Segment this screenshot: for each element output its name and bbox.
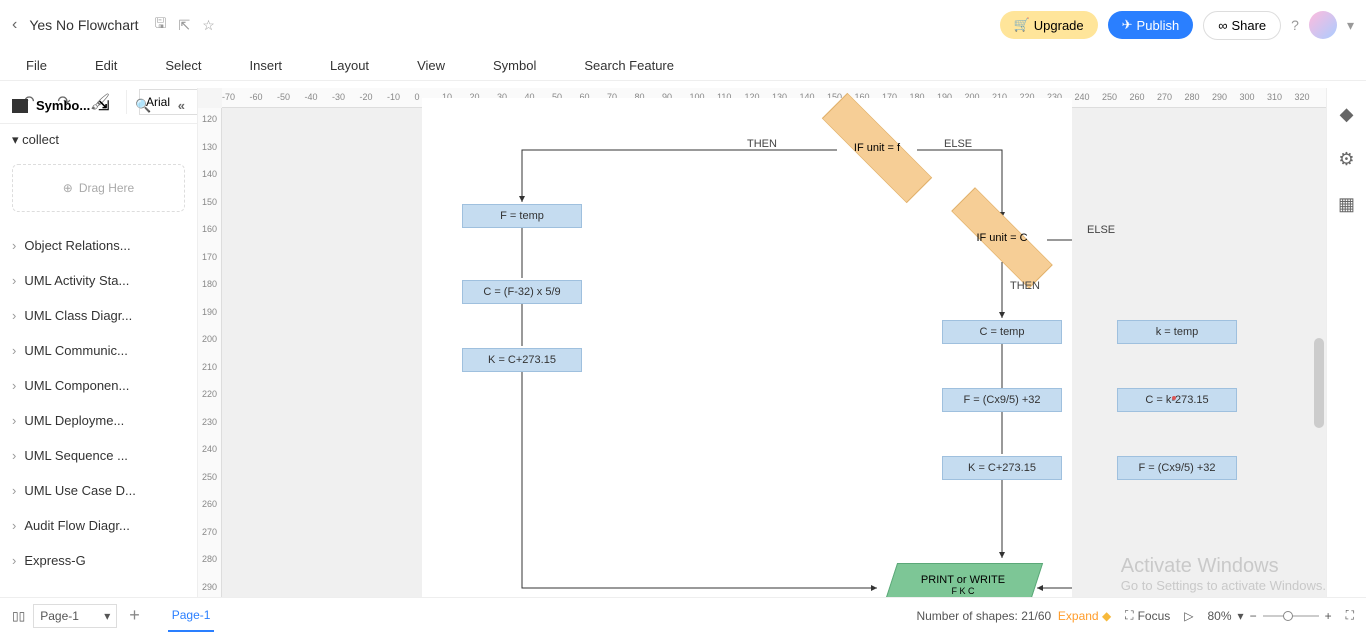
category-uml-sequence[interactable]: UML Sequence ...: [0, 438, 197, 473]
search-icon[interactable]: 🔍: [135, 98, 151, 114]
category-object-relations[interactable]: Object Relations...: [0, 228, 197, 263]
fullscreen-button[interactable]: ⛶: [1346, 608, 1354, 623]
process-f-formula2[interactable]: F = (Cx9/5) +32: [1117, 456, 1237, 480]
add-page-button[interactable]: +: [129, 605, 140, 626]
send-icon: ✈: [1122, 17, 1133, 33]
process-c-temp[interactable]: C = temp: [942, 320, 1062, 344]
shape-subtext: F K C: [951, 586, 974, 596]
menu-select[interactable]: Select: [165, 58, 201, 73]
marker-dot: [1172, 396, 1176, 400]
collect-section[interactable]: ▾ collect: [0, 124, 197, 156]
chevron-down-icon: ▾: [104, 609, 110, 623]
canvas-area[interactable]: -70-60-50-40-30-20-100102030405060708090…: [198, 88, 1366, 597]
share-label: Share: [1231, 18, 1266, 33]
shape-text: IF unit = f: [854, 142, 900, 154]
category-uml-class[interactable]: UML Class Diagr...: [0, 298, 197, 333]
outline-icon[interactable]: ▯▯: [12, 609, 25, 623]
label-then: THEN: [747, 138, 777, 150]
menu-symbol[interactable]: Symbol: [493, 58, 536, 73]
zoom-handle[interactable]: [1283, 611, 1293, 621]
upgrade-label: Upgrade: [1034, 18, 1084, 33]
menu-file[interactable]: File: [26, 58, 47, 73]
collapse-panel-icon[interactable]: «: [178, 98, 185, 113]
category-uml-usecase[interactable]: UML Use Case D...: [0, 473, 197, 508]
category-uml-deploy[interactable]: UML Deployme...: [0, 403, 197, 438]
panel-expand-icon[interactable]: ⇲: [98, 98, 109, 114]
diamond-icon: ◆: [1102, 609, 1111, 623]
canvas-page[interactable]: IF unit = f THEN ELSE F = temp C = (F-32…: [422, 98, 1072, 597]
category-uml-activity[interactable]: UML Activity Sta...: [0, 263, 197, 298]
process-c-formula[interactable]: C = (F-32) x 5/9: [462, 280, 582, 304]
cart-icon: 🛒: [1014, 17, 1030, 33]
document-title: Yes No Flowchart: [29, 17, 138, 33]
page-select[interactable]: Page-1 ▾: [33, 604, 117, 628]
star-icon[interactable]: ☆: [202, 17, 215, 34]
category-uml-component[interactable]: UML Componen...: [0, 368, 197, 403]
process-f-formula[interactable]: F = (Cx9/5) +32: [942, 388, 1062, 412]
focus-label: Focus: [1138, 609, 1171, 623]
drag-here-zone[interactable]: ⊕ Drag Here: [12, 164, 185, 212]
label-else: ELSE: [944, 138, 972, 150]
category-audit-flow[interactable]: Audit Flow Diagr...: [0, 508, 197, 543]
label-then-2: THEN: [1010, 280, 1040, 292]
upgrade-button[interactable]: 🛒 Upgrade: [1000, 11, 1098, 39]
avatar-menu-chevron[interactable]: ▾: [1347, 17, 1354, 34]
decision-if-unit-c[interactable]: IF unit = C: [947, 210, 1057, 266]
avatar[interactable]: [1309, 11, 1337, 39]
zoom-out-button[interactable]: −: [1250, 609, 1257, 623]
share-icon: ∞: [1218, 18, 1227, 33]
shape-text: PRINT or WRITE: [921, 574, 1005, 586]
export-icon[interactable]: ⇱: [178, 17, 190, 34]
process-c-formula2[interactable]: C = k-273.15: [1117, 388, 1237, 412]
publish-label: Publish: [1137, 18, 1180, 33]
focus-icon: ⛶: [1125, 608, 1133, 623]
panel-title: Symbo...: [36, 98, 90, 113]
process-k-temp[interactable]: k = temp: [1117, 320, 1237, 344]
chevron-down-icon[interactable]: ▾: [1238, 609, 1244, 623]
menu-edit[interactable]: Edit: [95, 58, 117, 73]
process-f-temp[interactable]: F = temp: [462, 204, 582, 228]
collect-label: collect: [22, 132, 59, 147]
vertical-scrollbar[interactable]: [1314, 338, 1324, 428]
ruler-vertical: 1201301401501601701801902002102202302402…: [198, 108, 222, 597]
theme-icon[interactable]: ◆: [1340, 104, 1354, 125]
menu-view[interactable]: View: [417, 58, 445, 73]
symbol-library-icon: [12, 99, 28, 113]
menu-insert[interactable]: Insert: [250, 58, 283, 73]
menu-layout[interactable]: Layout: [330, 58, 369, 73]
focus-button[interactable]: ⛶ Focus: [1125, 608, 1170, 623]
zoom-in-button[interactable]: +: [1325, 609, 1332, 623]
output-print-write[interactable]: PRINT or WRITEF K C: [883, 563, 1043, 597]
help-icon[interactable]: ?: [1291, 17, 1299, 33]
play-button[interactable]: ▷: [1184, 609, 1193, 623]
zoom-slider[interactable]: [1263, 615, 1319, 617]
apps-icon[interactable]: ▦: [1338, 194, 1355, 215]
page-select-value: Page-1: [40, 609, 79, 623]
save-icon[interactable]: 🖫: [155, 13, 167, 37]
page-setup-icon[interactable]: ⚙: [1338, 149, 1354, 170]
category-uml-communic[interactable]: UML Communic...: [0, 333, 197, 368]
category-express-g[interactable]: Express-G: [0, 543, 197, 578]
label-else-2: ELSE: [1087, 224, 1115, 236]
zoom-value[interactable]: 80%: [1208, 609, 1232, 623]
drag-here-label: Drag Here: [79, 181, 134, 195]
share-button[interactable]: ∞ Share: [1203, 11, 1281, 40]
shapes-count: Number of shapes: 21/60 Expand ◆: [916, 609, 1111, 623]
plus-icon: ⊕: [63, 181, 73, 195]
expand-link[interactable]: Expand: [1058, 609, 1099, 623]
decision-if-unit-f[interactable]: IF unit = f: [817, 118, 937, 178]
publish-button[interactable]: ✈ Publish: [1108, 11, 1194, 39]
back-button[interactable]: ‹: [12, 16, 17, 34]
shape-text: IF unit = C: [976, 232, 1027, 244]
menu-search-feature[interactable]: Search Feature: [584, 58, 674, 73]
process-k-formula2[interactable]: K = C+273.15: [942, 456, 1062, 480]
page-tab[interactable]: Page-1: [168, 600, 215, 632]
process-k-formula[interactable]: K = C+273.15: [462, 348, 582, 372]
